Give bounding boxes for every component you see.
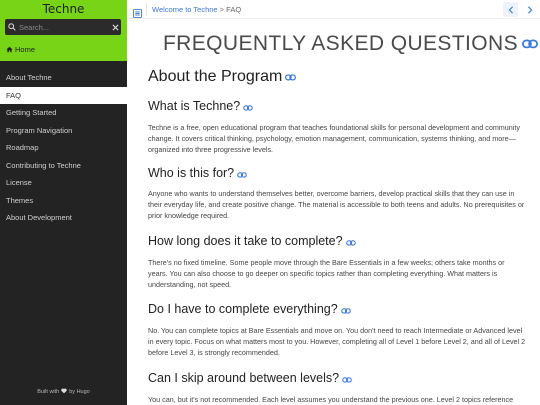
search-input[interactable] <box>19 19 109 35</box>
faq-answer: No. You can complete topics at Bare Esse… <box>148 326 526 358</box>
link-icon[interactable] <box>243 100 253 114</box>
main-content: FREQUENTLY ASKED QUESTIONS About the Pro… <box>127 19 540 405</box>
link-icon[interactable] <box>521 36 538 54</box>
footer-suffix[interactable]: by Hugo <box>69 389 90 395</box>
breadcrumb-separator: > <box>217 5 227 14</box>
faq-question: What is Techne? <box>148 99 253 114</box>
home-link[interactable]: Home <box>6 45 35 54</box>
faq-question: Do I have to complete everything? <box>148 302 351 317</box>
close-icon[interactable] <box>109 19 121 35</box>
faq-answer: Anyone who wants to understand themselve… <box>148 189 525 221</box>
sidebar-item-contributing[interactable]: Contributing to Techne <box>0 157 127 175</box>
faq-answer: There's no fixed timeline. Some people m… <box>148 258 505 290</box>
chevron-right-icon[interactable] <box>522 2 537 17</box>
search-box[interactable] <box>5 19 121 35</box>
breadcrumb-current: FAQ <box>226 5 242 14</box>
breadcrumb: Welcome to Techne > FAQ <box>152 5 241 14</box>
sidebar: Techne Home About Techne FAQ Getting St <box>0 0 127 405</box>
faq-answer: Techne is a free, open educational progr… <box>148 123 520 155</box>
faq-question: Who is this for? <box>148 166 247 181</box>
toc-icon[interactable] <box>133 5 142 18</box>
sidebar-item-themes[interactable]: Themes <box>0 192 127 210</box>
heart-icon <box>61 388 67 396</box>
sidebar-item-faq[interactable]: FAQ <box>0 86 127 104</box>
faq-answer: You can, but it's not recommended. Each … <box>148 395 514 404</box>
sidebar-footer: Built with by Hugo <box>0 388 127 396</box>
sidebar-item-roadmap[interactable]: Roadmap <box>0 139 127 157</box>
page-nav-arrows <box>503 2 537 17</box>
sidebar-item-about-development[interactable]: About Development <box>0 209 127 227</box>
sidebar-item-license[interactable]: License <box>0 174 127 192</box>
chevron-left-icon[interactable] <box>503 2 518 17</box>
sidebar-item-getting-started[interactable]: Getting Started <box>0 104 127 122</box>
breadcrumb-home-link[interactable]: Welcome to Techne <box>152 5 218 14</box>
link-icon[interactable] <box>237 167 247 181</box>
topbar-divider <box>146 3 147 16</box>
link-icon[interactable] <box>345 235 356 249</box>
link-icon[interactable] <box>285 68 297 86</box>
faq-question: How long does it take to complete? <box>148 234 356 249</box>
home-icon <box>6 46 13 53</box>
top-bar: Welcome to Techne > FAQ <box>127 0 540 19</box>
app-window: Techne Home About Techne FAQ Getting St <box>0 0 540 405</box>
faq-question-text: Who is this for? <box>148 166 235 180</box>
sidebar-item-about-techne[interactable]: About Techne <box>0 69 127 87</box>
sidebar-brand: Techne Home <box>0 0 127 61</box>
faq-question-text: How long does it take to complete? <box>148 234 343 248</box>
sidebar-item-program-navigation[interactable]: Program Navigation <box>0 122 127 140</box>
page-title: FREQUENTLY ASKED QUESTIONS <box>162 32 518 55</box>
sidebar-nav: About Techne FAQ Getting Started Program… <box>0 69 127 227</box>
link-icon[interactable] <box>342 372 352 386</box>
home-label: Home <box>15 45 36 54</box>
search-icon <box>5 19 19 35</box>
section-heading-text: About the Program <box>148 68 283 86</box>
faq-question-text: Can I skip around between levels? <box>148 371 340 385</box>
section-heading: About the Program <box>148 68 297 86</box>
site-title[interactable]: Techne <box>0 2 127 16</box>
faq-question-text: Do I have to complete everything? <box>148 302 338 316</box>
link-icon[interactable] <box>340 303 351 317</box>
footer-prefix: Built with <box>37 389 60 395</box>
faq-question-text: What is Techne? <box>148 99 241 113</box>
faq-question: Can I skip around between levels? <box>148 371 352 386</box>
